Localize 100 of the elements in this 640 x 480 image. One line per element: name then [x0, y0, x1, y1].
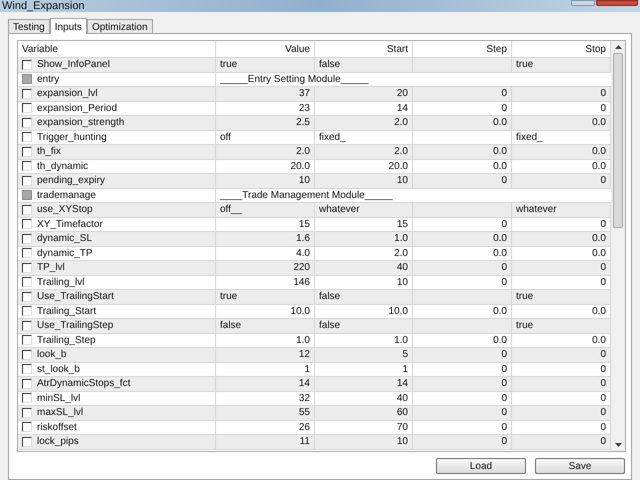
table-cell: true [512, 58, 611, 72]
variable-name: TP_lvl [37, 261, 65, 276]
variable-name: st_look_b [37, 362, 80, 377]
variable-name: Trigger_hunting [37, 130, 107, 145]
variable-name: lock_pips [37, 435, 79, 450]
checkbox[interactable] [22, 422, 32, 432]
table-cell: 0 [413, 261, 512, 274]
tab[interactable]: Inputs [50, 18, 87, 34]
checkbox[interactable] [22, 408, 32, 418]
table-cell: 0.0 [413, 232, 512, 246]
variable-name: Use_TrailingStart [37, 290, 114, 304]
table-cell: 2.0 [315, 116, 413, 130]
checkbox[interactable] [22, 60, 32, 70]
window-title: Wind_Expansion [2, 1, 85, 12]
table-cell: 1.6 [216, 232, 315, 246]
table-cell: 0 [512, 174, 611, 188]
checkbox[interactable] [22, 364, 32, 374]
variable-name: expansion_Period [37, 102, 118, 116]
table-cell: 20 [315, 87, 413, 100]
variable-name: trademanage [37, 188, 96, 203]
variable-name: look_b [37, 348, 66, 362]
table-cell: 14 [315, 377, 413, 390]
table-cell: true [512, 319, 611, 332]
table-cell: 0.0 [512, 145, 611, 158]
checkbox[interactable] [22, 350, 32, 360]
checkbox[interactable] [22, 161, 32, 172]
checkbox[interactable] [22, 219, 32, 230]
table-cell: 0.0 [512, 232, 611, 246]
variable-name: entry [37, 72, 60, 87]
table-cell: 55 [216, 406, 315, 420]
table-cell: 0.0 [413, 145, 512, 158]
table-cell: 0 [512, 406, 611, 420]
table-cell: 0.0 [413, 116, 512, 130]
checkbox[interactable] [22, 393, 32, 404]
table-cell: 2.5 [216, 116, 315, 130]
table-cell: 0 [413, 406, 512, 420]
checkbox[interactable] [22, 378, 32, 389]
table-cell: 12 [216, 348, 315, 362]
tab[interactable]: Testing [8, 19, 50, 33]
table-cell: 0 [512, 348, 611, 362]
table-cell: true [216, 58, 315, 72]
variable-name: Use_TrailingStep [37, 319, 114, 334]
table-cell: 0 [413, 377, 512, 390]
table-cell: 0 [512, 435, 611, 448]
table-cell: 0 [512, 377, 611, 390]
checkbox[interactable] [22, 277, 32, 288]
table-cell: 0 [512, 261, 611, 274]
checkbox[interactable] [22, 118, 32, 128]
checkbox[interactable] [22, 132, 32, 142]
table-cell: true [512, 290, 611, 304]
checkbox[interactable] [22, 320, 32, 331]
table-cell: 220 [216, 261, 315, 274]
variable-name: Show_InfoPanel [37, 58, 110, 72]
variable-name: use_XYStop [37, 203, 93, 218]
checkbox[interactable] [22, 146, 32, 157]
table-cell: 5 [315, 348, 413, 362]
table-cell: 0 [413, 435, 512, 448]
table-cell: 0 [512, 87, 611, 100]
table-cell: 0 [413, 348, 512, 362]
table-cell: false [315, 290, 413, 304]
checkbox[interactable] [22, 103, 32, 114]
table-cell: 11 [216, 435, 315, 448]
table-cell: 10 [216, 174, 315, 188]
scroll-down-icon[interactable] [614, 443, 622, 447]
variable-name: pending_expiry [37, 174, 105, 188]
variable-name: expansion_lvl [37, 87, 98, 102]
table-cell: 10 [315, 435, 413, 448]
table-cell: 37 [216, 87, 315, 100]
variable-name: maxSL_lvl [37, 406, 84, 420]
checkbox[interactable] [22, 306, 32, 316]
checkbox[interactable] [22, 262, 32, 273]
scrollbar-thumb[interactable] [613, 53, 623, 228]
table-cell: 0.0 [512, 116, 611, 130]
table-cell: false [315, 58, 413, 72]
checkbox[interactable] [22, 204, 32, 215]
table-cell: 0 [413, 87, 512, 100]
tab[interactable]: Optimization [86, 19, 153, 33]
table-cell: whatever [512, 203, 611, 216]
checkbox[interactable] [22, 292, 32, 302]
checkbox[interactable] [22, 234, 32, 244]
table-cell: 10 [315, 174, 413, 188]
table-cell: false [216, 319, 315, 332]
table-cell: 14 [216, 377, 315, 390]
checkbox[interactable] [22, 176, 32, 186]
checkbox[interactable] [22, 248, 32, 258]
dialog-button[interactable]: Load [436, 458, 526, 474]
checkbox[interactable] [22, 436, 32, 447]
variable-name: Trailing_Step [37, 334, 96, 348]
table-cell: 60 [315, 406, 413, 420]
table-cell: 1.0 [315, 232, 413, 246]
scrollbar[interactable] [611, 41, 625, 451]
dialog-button[interactable]: Save [535, 458, 625, 474]
table-cell: false [315, 319, 413, 332]
scroll-up-icon[interactable] [614, 45, 622, 49]
variable-name: Trailing_lvl [37, 276, 84, 290]
section-title: ____Trade Management Module_____ [220, 188, 393, 203]
variable-name: AtrDynamicStops_fct [37, 377, 130, 392]
checkbox[interactable] [22, 335, 32, 346]
checkbox[interactable] [22, 88, 32, 99]
table-cell: whatever [315, 203, 413, 216]
